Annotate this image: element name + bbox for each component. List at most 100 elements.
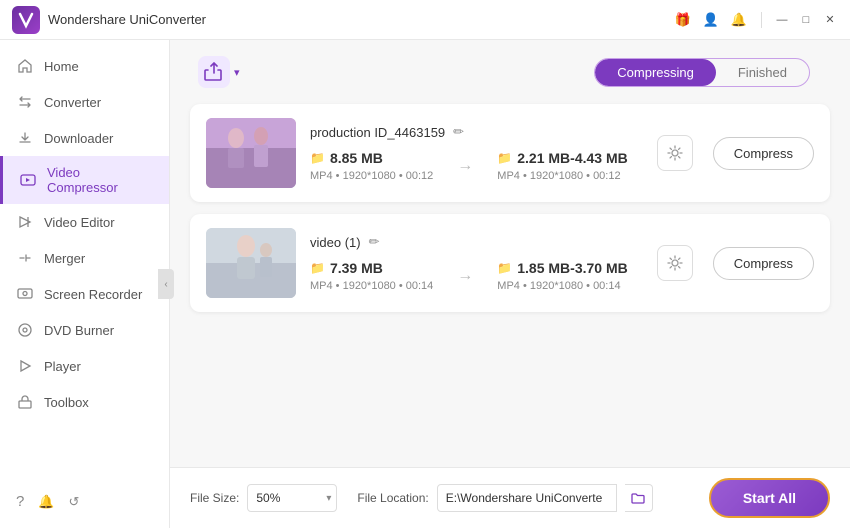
bell-icon[interactable]: 🔔 [729,10,749,30]
add-dropdown-arrow: ▾ [234,66,240,79]
folder-icon-target-2: 📁 [497,261,512,275]
sidebar-item-converter[interactable]: Converter [0,84,169,120]
source-meta-1: MP4 • 1920*1080 • 00:12 [310,170,433,182]
file-name-2: video (1) [310,235,361,250]
location-folder-button[interactable] [625,484,653,512]
screen-recorder-icon [16,285,34,303]
gift-icon[interactable]: 🎁 [673,10,693,30]
file-name-row-1: production ID_4463159 ✏ [310,124,643,140]
refresh-icon[interactable]: ↺ [69,494,80,510]
add-files-button[interactable]: ▾ [190,52,248,92]
sidebar-item-toolbox[interactable]: Toolbox [0,384,169,420]
add-files-icon [198,56,230,88]
source-size-1: 📁 8.85 MB [310,150,433,166]
toolbox-icon [16,393,34,411]
downloader-icon [16,129,34,147]
app-logo [12,6,40,34]
sidebar-item-home[interactable]: Home [0,48,169,84]
file-thumbnail-2 [206,228,296,298]
target-size-2: 📁 1.85 MB-3.70 MB [497,260,627,276]
file-thumbnail-1 [206,118,296,188]
file-card-1: production ID_4463159 ✏ 📁 8.85 MB MP4 • … [190,104,830,202]
home-icon [16,57,34,75]
folder-icon-1: 📁 [310,151,325,165]
close-button[interactable]: ✕ [822,12,838,28]
compress-button-1[interactable]: Compress [713,137,814,170]
sidebar-label-merger: Merger [44,251,85,266]
titlebar-actions: 🎁 👤 🔔 — □ ✕ [673,10,838,30]
converter-icon [16,93,34,111]
target-meta-2: MP4 • 1920*1080 • 00:14 [497,280,627,292]
sidebar-item-screen-recorder[interactable]: Screen Recorder [0,276,169,312]
sidebar-item-dvd-burner[interactable]: DVD Burner [0,312,169,348]
file-name-1: production ID_4463159 [310,125,445,140]
main-layout: Home Converter Downloader Video Compress… [0,40,850,528]
content-header: ▾ Compressing Finished [170,40,850,92]
tab-group: Compressing Finished [594,58,810,87]
file-size-select[interactable]: 50% 25% 75% Custom [247,484,337,512]
file-details-1: 📁 8.85 MB MP4 • 1920*1080 • 00:12 → 📁 2.… [310,150,643,182]
edit-icon-1[interactable]: ✏ [453,124,464,140]
file-location-field: File Location: [357,484,652,512]
file-location-input[interactable] [437,484,617,512]
file-name-row-2: video (1) ✏ [310,234,643,250]
sidebar-item-video-compressor[interactable]: Video Compressor [0,156,169,204]
file-details-2: 📁 7.39 MB MP4 • 1920*1080 • 00:14 → 📁 1.… [310,260,643,292]
sidebar-item-downloader[interactable]: Downloader [0,120,169,156]
file-size-label: File Size: [190,491,239,505]
start-all-button[interactable]: Start All [709,478,830,518]
target-size-1: 📁 2.21 MB-4.43 MB [497,150,627,166]
sidebar-item-merger[interactable]: Merger [0,240,169,276]
file-card-2: video (1) ✏ 📁 7.39 MB MP4 • 1920*1080 • … [190,214,830,312]
settings-button-2[interactable] [657,245,693,281]
sidebar-label-downloader: Downloader [44,131,113,146]
user-icon[interactable]: 👤 [701,10,721,30]
sidebar-label-video-editor: Video Editor [44,215,115,230]
file-info-1: production ID_4463159 ✏ 📁 8.85 MB MP4 • … [310,124,643,182]
sidebar-label-video-compressor: Video Compressor [47,165,153,195]
file-list: production ID_4463159 ✏ 📁 8.85 MB MP4 • … [170,92,850,467]
sidebar: Home Converter Downloader Video Compress… [0,40,170,528]
sidebar-item-video-editor[interactable]: Video Editor [0,204,169,240]
help-icon[interactable]: ? [16,493,24,510]
file-target-1: 📁 2.21 MB-4.43 MB MP4 • 1920*1080 • 00:1… [497,150,627,182]
file-info-2: video (1) ✏ 📁 7.39 MB MP4 • 1920*1080 • … [310,234,643,292]
file-target-2: 📁 1.85 MB-3.70 MB MP4 • 1920*1080 • 00:1… [497,260,627,292]
folder-icon-2: 📁 [310,261,325,275]
video-editor-icon [16,213,34,231]
source-size-2: 📁 7.39 MB [310,260,433,276]
tab-compressing[interactable]: Compressing [595,59,716,86]
target-meta-1: MP4 • 1920*1080 • 00:12 [497,170,627,182]
content-area: ▾ Compressing Finished [170,40,850,528]
arrow-icon-1: → [453,157,477,175]
app-title: Wondershare UniConverter [48,12,673,27]
minimize-button[interactable]: — [774,12,790,28]
edit-icon-2[interactable]: ✏ [369,234,380,250]
sidebar-collapse-button[interactable]: ‹ [158,269,174,299]
video-compressor-icon [19,171,37,189]
merger-icon [16,249,34,267]
sidebar-label-player: Player [44,359,81,374]
sidebar-label-toolbox: Toolbox [44,395,89,410]
file-location-label: File Location: [357,491,428,505]
sidebar-label-home: Home [44,59,79,74]
file-size-select-wrapper: 50% 25% 75% Custom ▾ [247,484,337,512]
file-source-1: 📁 8.85 MB MP4 • 1920*1080 • 00:12 [310,150,433,182]
folder-icon-target-1: 📁 [497,151,512,165]
dvd-burner-icon [16,321,34,339]
player-icon [16,357,34,375]
sidebar-label-converter: Converter [44,95,101,110]
sidebar-item-player[interactable]: Player [0,348,169,384]
file-size-field: File Size: 50% 25% 75% Custom ▾ [190,484,337,512]
compress-button-2[interactable]: Compress [713,247,814,280]
file-source-2: 📁 7.39 MB MP4 • 1920*1080 • 00:14 [310,260,433,292]
source-meta-2: MP4 • 1920*1080 • 00:14 [310,280,433,292]
sidebar-label-dvd-burner: DVD Burner [44,323,114,338]
bottom-bar: File Size: 50% 25% 75% Custom ▾ File Loc… [170,467,850,528]
bell-footer-icon[interactable]: 🔔 [38,494,54,510]
settings-button-1[interactable] [657,135,693,171]
arrow-icon-2: → [453,267,477,285]
maximize-button[interactable]: □ [798,12,814,28]
tab-finished[interactable]: Finished [716,59,809,86]
title-bar: Wondershare UniConverter 🎁 👤 🔔 — □ ✕ [0,0,850,40]
